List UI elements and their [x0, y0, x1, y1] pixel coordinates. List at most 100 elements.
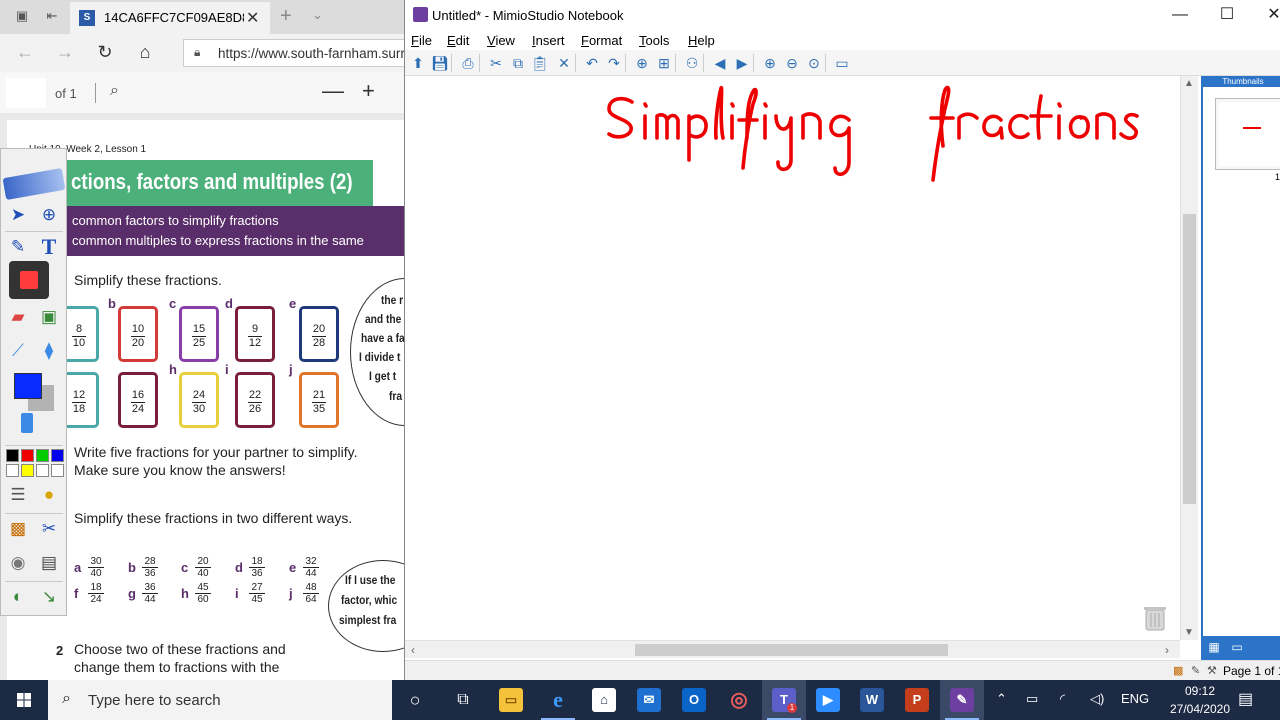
windows-start-icon[interactable]	[0, 680, 48, 720]
color-swatch-black[interactable]	[6, 449, 19, 462]
color-swatch-none[interactable]	[36, 464, 49, 477]
color-swatch-yellow[interactable]	[21, 464, 34, 477]
refresh-icon[interactable]: ↻	[94, 42, 116, 63]
shapes-icon[interactable]: ●	[37, 483, 61, 507]
taskbar-search-box[interactable]: ⌕ Type here to search	[48, 680, 392, 720]
mail-icon[interactable]: ✉	[637, 688, 661, 712]
horizontal-scrollbar[interactable]: ‹ ›	[405, 640, 1180, 658]
color-swatch-blue[interactable]	[51, 449, 64, 462]
color-swatch-red[interactable]	[21, 449, 34, 462]
open-icon[interactable]: ⬆	[409, 54, 427, 72]
vertical-scrollbar[interactable]: ▲ ▼	[1180, 76, 1198, 640]
browser-tab[interactable]: S 14CA6FFC7CF09AE8D8I ✕	[70, 2, 270, 34]
page-thumbnail[interactable]	[1215, 98, 1280, 170]
menu-help[interactable]: Help	[688, 33, 715, 48]
cut-icon[interactable]: ✂	[487, 54, 505, 72]
close-tab-icon[interactable]: ✕	[246, 8, 259, 28]
next-page-icon[interactable]: ▶	[733, 54, 751, 72]
scroll-down-arrow-icon[interactable]: ▼	[1184, 627, 1194, 638]
new-page-icon[interactable]: ⊕	[633, 54, 651, 72]
back-tabs-icon[interactable]: ⇤	[44, 8, 60, 24]
scroll-up-arrow-icon[interactable]: ▲	[1184, 78, 1194, 89]
pen-icon[interactable]: ✎	[6, 235, 30, 259]
color-swatch-white[interactable]	[6, 464, 19, 477]
paste-icon[interactable]: 📋︎	[531, 54, 549, 72]
pen-brush-icon[interactable]	[2, 167, 66, 201]
menu-format[interactable]: Format	[581, 33, 622, 48]
prev-page-icon[interactable]: ◀	[711, 54, 729, 72]
eraser-icon[interactable]: ▰	[6, 305, 30, 329]
menu-file[interactable]: File	[411, 33, 432, 48]
chevron-up-icon[interactable]: ⌃	[996, 691, 1007, 707]
scroll-thumb[interactable]	[635, 644, 948, 656]
insert-page-icon[interactable]: ⊞	[655, 54, 673, 72]
page-number-input[interactable]	[6, 78, 46, 108]
spotlight-icon[interactable]: ◐	[6, 585, 30, 609]
pen-status-icon[interactable]: ✎	[1191, 664, 1200, 677]
scroll-thumb[interactable]	[1183, 214, 1196, 504]
word-icon[interactable]: W	[860, 688, 884, 712]
reveal-icon[interactable]: ↘	[37, 585, 61, 609]
store-icon[interactable]: ⌂	[592, 688, 616, 712]
delete-icon[interactable]: ✕	[555, 54, 573, 72]
text-tool-icon[interactable]: T	[37, 235, 61, 259]
line-width-slider[interactable]	[21, 413, 33, 433]
outlook-icon[interactable]: O	[682, 688, 706, 712]
chrome-like-icon[interactable]: ◎	[727, 688, 751, 712]
save-icon[interactable]: 💾︎	[431, 54, 449, 72]
scroll-right-arrow-icon[interactable]: ›	[1165, 643, 1169, 657]
menu-view[interactable]: View	[487, 33, 515, 48]
menu-tools[interactable]: Tools	[639, 33, 669, 48]
chevron-down-icon[interactable]: ⌄	[312, 7, 323, 23]
record-button[interactable]	[9, 261, 49, 299]
image-icon[interactable]: ▣	[37, 305, 61, 329]
task-view-icon[interactable]: ⧉	[451, 688, 475, 712]
thumbnails-tab[interactable]: Thumbnails	[1203, 76, 1280, 87]
forward-arrow-icon[interactable]: →	[54, 42, 76, 63]
maximize-button[interactable]: ☐	[1204, 4, 1250, 26]
thumbnails-view-icon[interactable]: ▦	[1206, 640, 1222, 656]
battery-icon[interactable]: ▭	[1026, 691, 1038, 707]
redo-icon[interactable]: ↷	[605, 54, 623, 72]
notebook-canvas[interactable]	[405, 76, 1180, 640]
zoom-out-button[interactable]: —	[322, 78, 344, 104]
cortana-icon[interactable]: ○	[403, 688, 427, 712]
eyedropper-icon[interactable]: ⟋	[6, 339, 30, 363]
tool-status-icon[interactable]: ⚒	[1207, 664, 1217, 677]
zoom-tool-icon[interactable]: ⊕	[37, 203, 61, 227]
notifications-icon[interactable]: ▤	[1238, 689, 1253, 709]
file-explorer-icon[interactable]: ▭	[499, 688, 523, 712]
color-swatch-white[interactable]	[51, 464, 64, 477]
tools-icon[interactable]: ✂	[37, 517, 61, 541]
edge-browser-icon[interactable]: e	[546, 688, 570, 712]
mimio-taskbar-icon[interactable]: ✎	[950, 688, 974, 712]
zoom-in-button[interactable]: +	[362, 78, 375, 104]
line-style-icon[interactable]: ☰	[6, 483, 30, 507]
volume-icon[interactable]: ◁)	[1090, 691, 1104, 707]
clock-date[interactable]: 27/04/2020	[1160, 702, 1240, 716]
select-arrow-icon[interactable]: ➤	[6, 203, 30, 227]
close-button[interactable]: ✕	[1251, 4, 1280, 26]
undo-icon[interactable]: ↶	[583, 54, 601, 72]
copy-icon[interactable]: ⧉	[509, 54, 527, 72]
mouse-mode-icon[interactable]: ◉	[6, 551, 30, 575]
address-bar[interactable]: 🔒︎ https://www.south-farnham.surr	[183, 39, 404, 67]
scroll-left-arrow-icon[interactable]: ‹	[411, 643, 415, 657]
clock-time[interactable]: 09:12	[1170, 684, 1230, 698]
language-indicator[interactable]: ENG	[1121, 691, 1149, 706]
minimize-button[interactable]: —	[1157, 4, 1203, 26]
menu-insert[interactable]: Insert	[532, 33, 565, 48]
gallery-icon[interactable]: ▩	[6, 517, 30, 541]
zoom-icon[interactable]: ▶	[816, 688, 840, 712]
back-arrow-icon[interactable]: ←	[14, 42, 36, 63]
trash-icon[interactable]	[1143, 604, 1167, 632]
powerpoint-icon[interactable]: P	[905, 688, 929, 712]
gallery-status-icon[interactable]: ▩	[1173, 664, 1183, 677]
tab-actions-icon[interactable]: ▣	[14, 8, 30, 24]
zoom-out-icon[interactable]: ⊖	[783, 54, 801, 72]
collaborate-icon[interactable]: ⚇	[683, 54, 701, 72]
print-icon[interactable]: ⎙	[459, 54, 477, 72]
screen-icon[interactable]: ▭	[833, 54, 851, 72]
search-icon[interactable]: ⌕	[110, 82, 119, 100]
wifi-icon[interactable]: ◜	[1060, 691, 1065, 707]
